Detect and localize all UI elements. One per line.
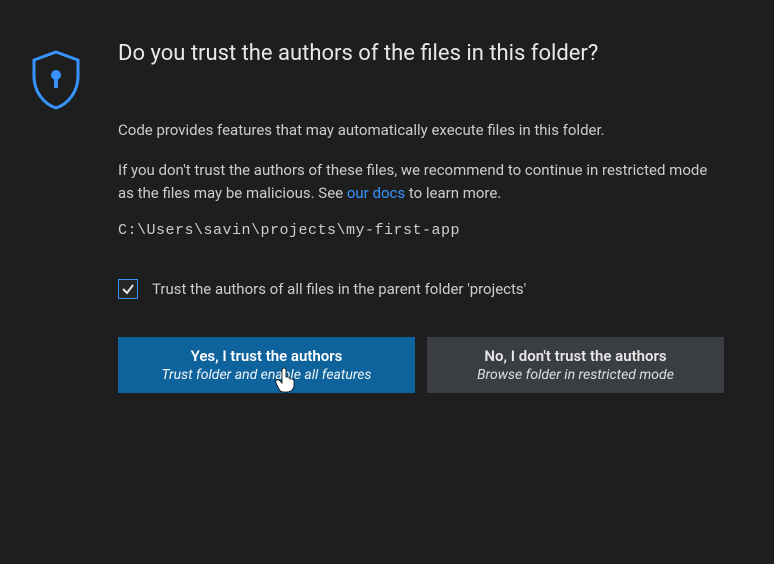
- trust-button-subtitle: Trust folder and enable all features: [161, 367, 371, 383]
- dialog-content: Do you trust the authors of the files in…: [118, 40, 744, 393]
- dialog-paragraph-2-text-after: to learn more.: [405, 184, 501, 202]
- workspace-trust-dialog: Do you trust the authors of the files in…: [0, 0, 774, 423]
- trust-button[interactable]: Yes, I trust the authors Trust folder an…: [118, 337, 415, 393]
- dialog-paragraph-1: Code provides features that may automati…: [118, 119, 724, 142]
- dont-trust-button-subtitle: Browse folder in restricted mode: [477, 367, 674, 383]
- trust-parent-checkbox-label: Trust the authors of all files in the pa…: [152, 280, 526, 298]
- shield-icon: [30, 50, 90, 114]
- dialog-button-row: Yes, I trust the authors Trust folder an…: [118, 337, 724, 393]
- trust-parent-checkbox[interactable]: [118, 279, 138, 299]
- docs-link[interactable]: our docs: [347, 184, 405, 202]
- dialog-paragraph-2: If you don't trust the authors of these …: [118, 159, 724, 204]
- trust-button-title: Yes, I trust the authors: [191, 347, 343, 365]
- dialog-icon-column: [30, 40, 90, 393]
- trust-parent-checkbox-row[interactable]: Trust the authors of all files in the pa…: [118, 279, 724, 299]
- checkmark-icon: [121, 282, 135, 296]
- dialog-title: Do you trust the authors of the files in…: [118, 40, 724, 69]
- folder-path: C:\Users\savin\projects\my-first-app: [118, 222, 724, 239]
- dont-trust-button[interactable]: No, I don't trust the authors Browse fol…: [427, 337, 724, 393]
- dont-trust-button-title: No, I don't trust the authors: [484, 347, 666, 365]
